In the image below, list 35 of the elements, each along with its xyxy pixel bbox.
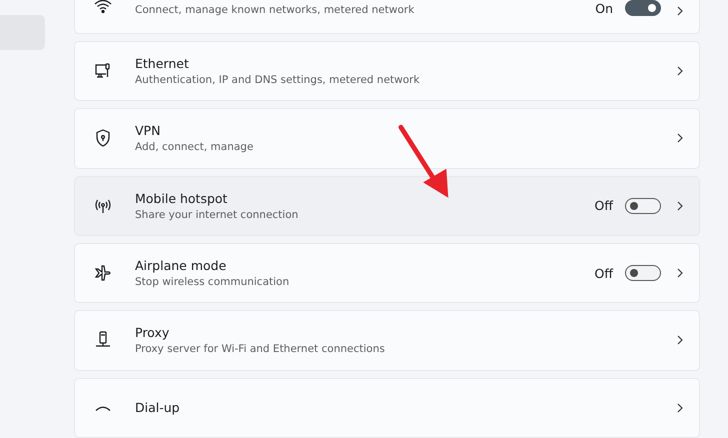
toggle-switch[interactable] (625, 0, 661, 16)
toggle-switch[interactable] (625, 198, 661, 214)
settings-card[interactable]: Dial-up (74, 378, 700, 438)
chevron-right-icon (675, 200, 685, 211)
setting-title: VPN (135, 123, 162, 138)
arc-icon (95, 404, 111, 411)
chevron-right-icon (675, 133, 685, 144)
settings-card[interactable]: VPN Add, connect, manage (74, 108, 700, 169)
chevron-right-icon (675, 335, 685, 346)
wifi-icon (93, 0, 113, 16)
settings-card[interactable]: Ethernet Authentication, IP and DNS settings, metered network (74, 40, 700, 102)
setting-description: Add, connect, manage (135, 141, 254, 154)
setting-title: Airplane mode (135, 258, 228, 274)
chevron-right-icon (675, 6, 685, 16)
chevron-right-icon (675, 402, 685, 413)
settings-card[interactable]: Mobile hotspot Share your internet connection Off (74, 176, 700, 236)
setting-title: Mobile hotspot (135, 190, 228, 206)
toggle-state-label: On (595, 0, 613, 16)
setting-title: Ethernet (135, 56, 190, 72)
settings-card[interactable]: Proxy Proxy server for Wi-Fi and Ethernet connections (74, 310, 700, 371)
settings-card[interactable]: Airplane mode Stop wireless communication Off (74, 242, 700, 304)
setting-description: Proxy server for Wi-Fi and Ethernet connections (135, 343, 386, 356)
toggle-state-label: Off (594, 198, 613, 214)
setting-description: Authentication, IP and DNS settings, metered network (135, 74, 421, 86)
settings-card[interactable]: Connect, manage known networks, metered network On (74, 0, 700, 34)
setting-description: Connect, manage known networks, metered network (135, 4, 416, 16)
toggle-switch[interactable] (625, 265, 661, 282)
airplane-icon (93, 263, 113, 284)
setting-title: Proxy (135, 325, 170, 340)
setting-description: Stop wireless communication (135, 276, 290, 288)
toggle-state-label: Off (594, 266, 613, 281)
chevron-right-icon (675, 268, 685, 278)
chevron-right-icon (675, 66, 685, 76)
setting-description: Share your internet connection (135, 208, 300, 221)
setting-title: Dial-up (135, 400, 181, 416)
